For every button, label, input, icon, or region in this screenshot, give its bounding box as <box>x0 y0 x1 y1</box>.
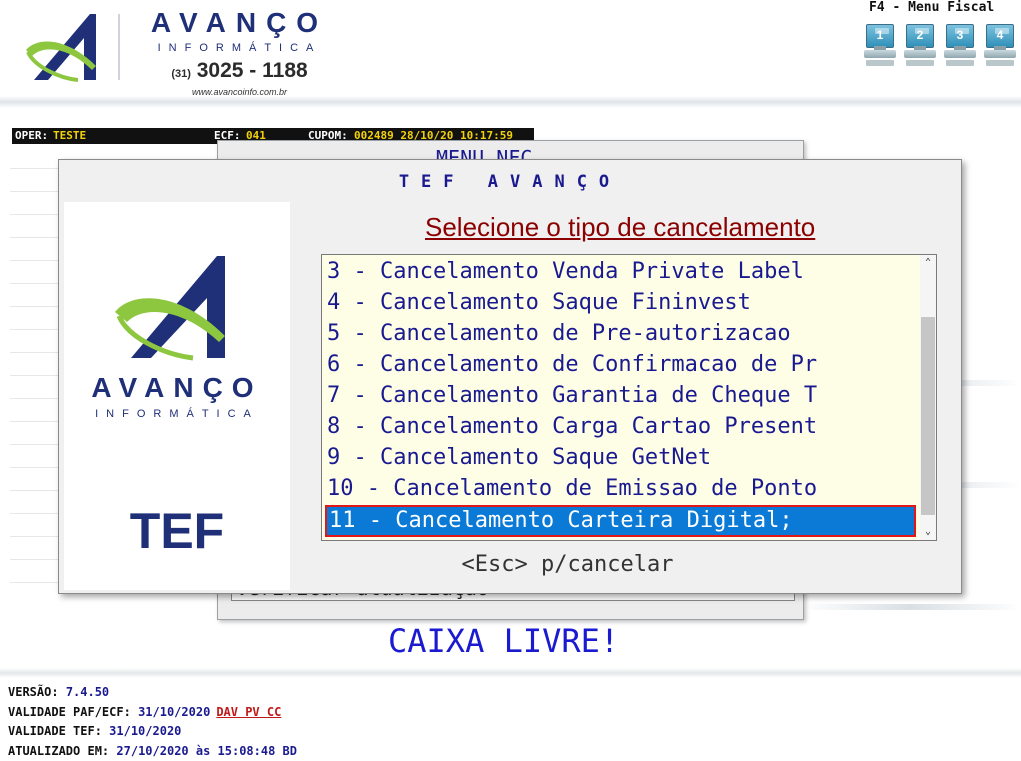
tef-validity-value: 31/10/2020 <box>109 724 181 738</box>
updated-value: 27/10/2020 às 15:08:48 BD <box>116 744 297 758</box>
fiscal-button-3[interactable]: 3 <box>944 24 976 68</box>
header-separator <box>0 96 1021 108</box>
phone-prefix: (31) <box>171 68 191 80</box>
dialog-brand-panel: AVANÇO INFORMÁTICA TEF <box>64 202 290 590</box>
background-shine <box>800 604 1021 610</box>
list-item-selected[interactable]: 11 - Cancelamento Carteira Digital; <box>325 505 916 537</box>
computer-icon: 3 <box>946 24 974 48</box>
list-item[interactable]: 8 - Cancelamento Carga Cartao Present <box>327 412 917 442</box>
list-item[interactable]: 4 - Cancelamento Saque Fininvest <box>327 288 917 318</box>
brand-block: AVANÇO INFORMÁTICA (31) 3025 - 1188 www.… <box>132 8 347 97</box>
updated-line: ATUALIZADO EM: 27/10/2020 às 15:08:48 BD <box>8 742 297 761</box>
fiscal-button-1[interactable]: 1 <box>864 24 896 68</box>
cancel-hint: <Esc> p/cancelar <box>59 552 961 577</box>
paf-label: VALIDADE PAF/ECF: <box>8 705 131 719</box>
brand-name: AVANÇO <box>132 8 347 38</box>
fiscal-button-2[interactable]: 2 <box>904 24 936 68</box>
scroll-down-icon[interactable]: ⌄ <box>920 524 936 540</box>
brand-phone: (31) 3025 - 1188 <box>132 58 347 87</box>
computer-icon: 4 <box>986 24 1014 48</box>
phone-number: 3025 - 1188 <box>197 59 308 82</box>
computer-icon: 1 <box>866 24 894 48</box>
dialog-title: TEF AVANÇO <box>59 172 961 192</box>
list-item[interactable]: 3 - Cancelamento Venda Private Label <box>327 257 917 287</box>
paf-flags: DAV PV CC <box>216 705 281 719</box>
list-item[interactable]: 6 - Cancelamento de Confirmacao de Pr <box>327 350 917 380</box>
tef-validity-label: VALIDADE TEF: <box>8 724 102 738</box>
dialog-brand: AVANÇO INFORMÁTICA <box>64 372 290 420</box>
list-item[interactable]: 9 - Cancelamento Saque GetNet <box>327 443 917 473</box>
oper-label: OPER: <box>15 129 48 142</box>
avanco-logo-icon <box>109 254 239 364</box>
list-item[interactable]: 10 - Cancelamento de Emissao de Ponto <box>327 474 917 504</box>
scroll-up-icon[interactable]: ⌃ <box>920 255 936 271</box>
app-header: AVANÇO INFORMÁTICA (31) 3025 - 1188 www.… <box>0 0 1021 100</box>
version-value: 7.4.50 <box>66 685 109 699</box>
header-divider <box>118 14 120 80</box>
oper-value: TESTE <box>53 129 86 142</box>
scroll-thumb[interactable] <box>921 317 935 515</box>
computer-icon: 2 <box>906 24 934 48</box>
cancel-type-list[interactable]: 3 - Cancelamento Venda Private Label 4 -… <box>321 254 937 541</box>
updated-label: ATUALIZADO EM: <box>8 744 109 758</box>
caixa-status: CAIXA LIVRE! <box>388 622 619 660</box>
list-item[interactable]: 7 - Cancelamento Garantia de Cheque T <box>327 381 917 411</box>
fiscal-button-4[interactable]: 4 <box>984 24 1016 68</box>
footer-info: VERSÃO: 7.4.50 VALIDADE PAF/ECF: 31/10/2… <box>8 683 297 761</box>
footer-separator <box>0 668 1021 678</box>
dialog-brand-sub: INFORMÁTICA <box>64 408 290 420</box>
brand-sub: INFORMÁTICA <box>132 40 347 56</box>
list-item[interactable]: 5 - Cancelamento de Pre-autorizacao <box>327 319 917 349</box>
tef-validity-line: VALIDADE TEF: 31/10/2020 <box>8 722 297 742</box>
fiscal-menu-title: F4 - Menu Fiscal <box>869 0 994 15</box>
version-label: VERSÃO: <box>8 685 59 699</box>
tef-cancel-dialog: TEF AVANÇO AVANÇO INFORMÁTICA TEF Seleci… <box>58 159 962 594</box>
list-scrollbar[interactable]: ⌃ ⌄ <box>920 255 936 540</box>
avanco-logo-icon <box>18 8 108 88</box>
dialog-prompt: Selecione o tipo de cancelamento <box>425 212 815 243</box>
paf-value: 31/10/2020 <box>138 705 210 719</box>
paf-validity-line: VALIDADE PAF/ECF: 31/10/2020 DAV PV CC <box>8 703 297 723</box>
dialog-brand-name: AVANÇO <box>64 372 290 404</box>
version-line: VERSÃO: 7.4.50 <box>8 683 297 703</box>
